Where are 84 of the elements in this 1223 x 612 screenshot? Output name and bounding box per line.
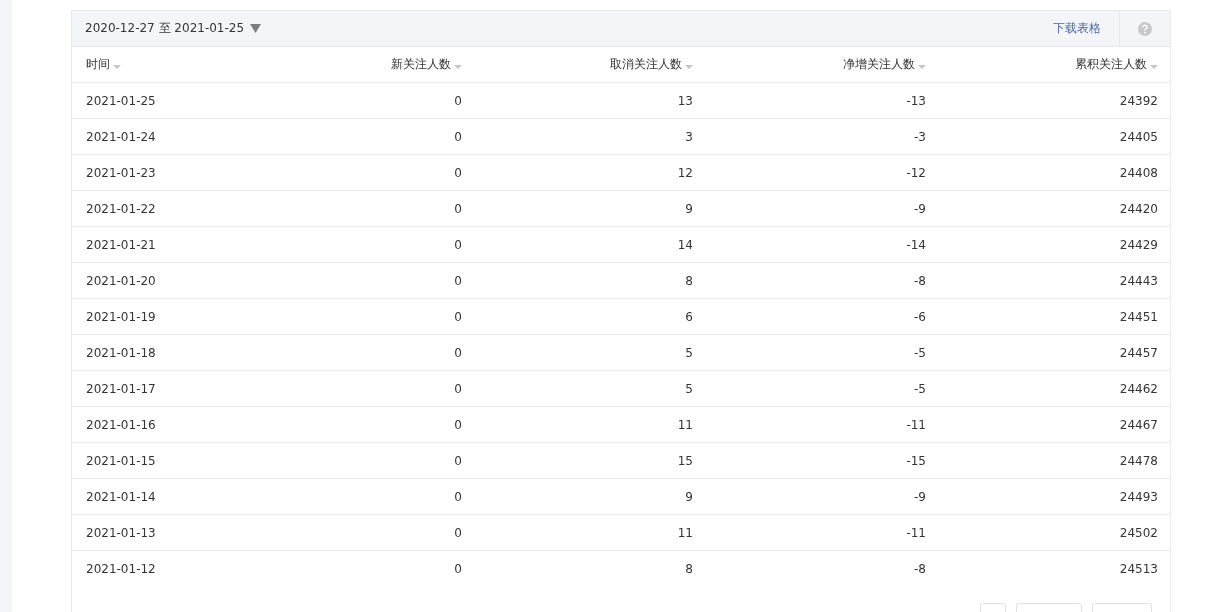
table-cell-text: 0 bbox=[453, 272, 462, 290]
table-cell-text: 11 bbox=[676, 416, 693, 434]
table-cell-text: 2021-01-13 bbox=[86, 524, 157, 542]
table-cell-text: 11 bbox=[676, 524, 693, 542]
table-cell-text: -8 bbox=[913, 560, 926, 578]
table-cell-text: 24451 bbox=[1118, 308, 1158, 326]
table-cell-text: 12 bbox=[676, 164, 693, 182]
table-cell-text: 0 bbox=[453, 524, 462, 542]
table-cell-text: 0 bbox=[453, 452, 462, 470]
column-header[interactable]: 新关注人数 bbox=[391, 47, 462, 82]
date-range-dropdown[interactable]: 2020-12-27 至 2021-01-25 bbox=[72, 20, 262, 37]
table-cell-text: 24443 bbox=[1118, 272, 1158, 290]
table-cell-text: -13 bbox=[905, 92, 926, 110]
table-cell-text: 9 bbox=[684, 488, 693, 506]
table-cell-text: 24462 bbox=[1118, 380, 1158, 398]
table-cell-text: 2021-01-24 bbox=[86, 128, 157, 146]
table-cell-text: -11 bbox=[905, 416, 926, 434]
table-cell-text: -12 bbox=[905, 164, 926, 182]
table-cell-text: 24502 bbox=[1118, 524, 1158, 542]
table-cell-text: 0 bbox=[453, 164, 462, 182]
table-cell-text: 24493 bbox=[1118, 488, 1158, 506]
table-cell-text: -15 bbox=[905, 452, 926, 470]
caret-icon bbox=[250, 24, 262, 33]
table-cell-text: -14 bbox=[905, 236, 926, 254]
sort-icon bbox=[454, 65, 462, 69]
table-cell-text: -8 bbox=[913, 272, 926, 290]
table-cell-text: 5 bbox=[684, 344, 693, 362]
table-cell-text: 13 bbox=[676, 92, 693, 110]
table-cell-text: 2021-01-18 bbox=[86, 344, 157, 362]
table-cell-text: 8 bbox=[684, 272, 693, 290]
table-cell-text: -3 bbox=[913, 128, 926, 146]
table-cell-text: 2021-01-19 bbox=[86, 308, 157, 326]
table-cell-text: 6 bbox=[684, 308, 693, 326]
table-cell-text: 3 bbox=[684, 128, 693, 146]
help-icon[interactable] bbox=[1138, 21, 1152, 36]
table-cell-text: 15 bbox=[676, 452, 693, 470]
table-cell-text: 8 bbox=[684, 560, 693, 578]
table-cell-text: 9 bbox=[684, 200, 693, 218]
column-header[interactable]: 累积关注人数 bbox=[1075, 47, 1158, 82]
table-cell-text: 24467 bbox=[1118, 416, 1158, 434]
table-cell-text: 0 bbox=[453, 488, 462, 506]
table-cell-text: 0 bbox=[453, 200, 462, 218]
table-cell-text: 24408 bbox=[1118, 164, 1158, 182]
table-cell-text: 24405 bbox=[1118, 128, 1158, 146]
table-cell-text: -11 bbox=[905, 524, 926, 542]
table-cell-text: 2021-01-17 bbox=[86, 380, 157, 398]
table-cell-text: 24392 bbox=[1118, 92, 1158, 110]
table-cell-text: 2021-01-22 bbox=[86, 200, 157, 218]
table-cell-text: 2021-01-21 bbox=[86, 236, 157, 254]
table-cell-text: 24513 bbox=[1118, 560, 1158, 578]
table-cell-text: 24478 bbox=[1118, 452, 1158, 470]
table-cell-text: -5 bbox=[913, 380, 926, 398]
table-cell-text: -9 bbox=[913, 488, 926, 506]
table-cell-text: -6 bbox=[913, 308, 926, 326]
table-cell-text: 0 bbox=[453, 236, 462, 254]
table-cell-text: 14 bbox=[676, 236, 693, 254]
table-cell-text: 2021-01-23 bbox=[86, 164, 157, 182]
column-header[interactable]: 时间 bbox=[86, 47, 121, 82]
table-cell-text: 0 bbox=[453, 92, 462, 110]
table-cell-text: 0 bbox=[453, 344, 462, 362]
table-cell-text: 2021-01-12 bbox=[86, 560, 157, 578]
table-cell-text: -9 bbox=[913, 200, 926, 218]
table-cell-text: 0 bbox=[453, 380, 462, 398]
table-cell-text: 24457 bbox=[1118, 344, 1158, 362]
column-header[interactable]: 净增关注人数 bbox=[843, 47, 926, 82]
download-table-link[interactable]: 下载表格 bbox=[1053, 20, 1101, 37]
table-cell-text: 0 bbox=[453, 416, 462, 434]
sort-icon bbox=[113, 65, 121, 69]
sort-icon bbox=[1150, 65, 1158, 69]
table-cell-text: 0 bbox=[453, 308, 462, 326]
table-cell-text: 2021-01-14 bbox=[86, 488, 157, 506]
sort-icon bbox=[685, 65, 693, 69]
table-cell-text: 0 bbox=[453, 560, 462, 578]
table-cell-text: 2021-01-20 bbox=[86, 272, 157, 290]
table-cell-text: 2021-01-25 bbox=[86, 92, 157, 110]
table-cell-text: 24420 bbox=[1118, 200, 1158, 218]
table-cell-text: 5 bbox=[684, 380, 693, 398]
column-header[interactable]: 取消关注人数 bbox=[610, 47, 693, 82]
sort-icon bbox=[918, 65, 926, 69]
table-cell-text: 2021-01-16 bbox=[86, 416, 157, 434]
table-cell-text: 0 bbox=[453, 128, 462, 146]
table-cell-text: 24429 bbox=[1118, 236, 1158, 254]
table-cell-text: -5 bbox=[913, 344, 926, 362]
table-cell-text: 2021-01-15 bbox=[86, 452, 157, 470]
